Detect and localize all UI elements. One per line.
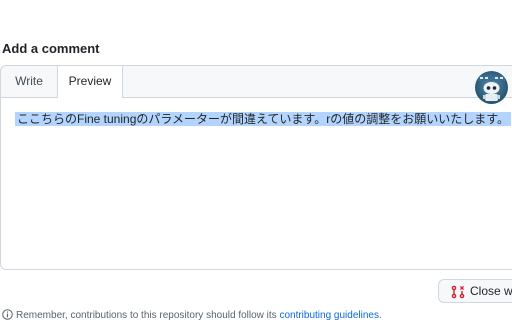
info-icon: [2, 309, 13, 320]
tab-write[interactable]: Write: [1, 66, 57, 97]
editor-tabbar: Write Preview: [1, 66, 512, 98]
contribution-notice: Remember, contributions to this reposito…: [2, 309, 382, 320]
comment-editor: Write Preview ここちらのFine tuningのパラメーターが間違…: [0, 65, 512, 270]
tab-preview[interactable]: Preview: [57, 66, 123, 98]
git-pull-request-closed-icon: [451, 285, 465, 299]
contributing-guidelines-link[interactable]: contributing guidelines: [279, 310, 379, 320]
close-issue-button[interactable]: Close w: [438, 279, 512, 303]
notice-text: Remember, contributions to this reposito…: [16, 310, 280, 320]
add-comment-heading: Add a comment: [2, 41, 100, 56]
preview-text[interactable]: ここちらのFine tuningのパラメーターが間違えています。rの値の調整をお…: [15, 112, 512, 126]
close-issue-label: Close w: [470, 284, 512, 298]
user-avatar[interactable]: [475, 71, 508, 104]
notice-suffix: .: [378, 310, 382, 320]
preview-body: ここちらのFine tuningのパラメーターが間違えています。rの値の調整をお…: [15, 111, 512, 128]
comment-page: Add a comment Write Preview ここちらのFine tu…: [0, 0, 512, 320]
robot-avatar-icon: [478, 75, 505, 101]
